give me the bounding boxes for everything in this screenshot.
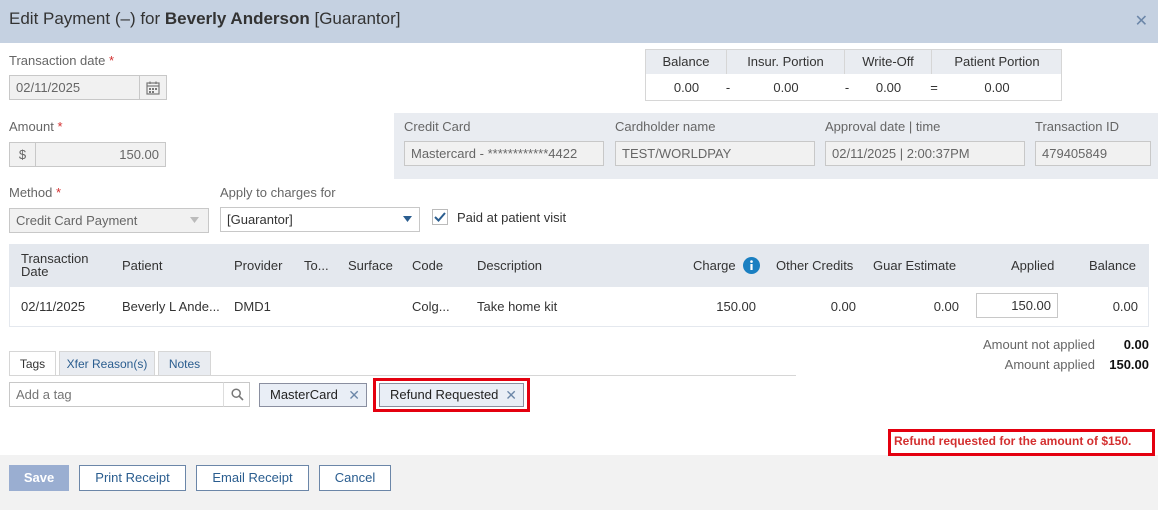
col-applied[interactable]: Applied [1011,258,1054,273]
cancel-button[interactable]: Cancel [319,465,391,491]
col-other-credits[interactable]: Other Credits [776,258,853,273]
highlight-box [373,378,530,412]
amount-applied-label: Amount applied [1004,357,1095,372]
amount-label-text: Amount [9,119,54,134]
method-label: Method * [9,185,61,200]
col-code[interactable]: Code [412,258,443,273]
transaction-date-label: Transaction date * [9,53,114,68]
cell-charge: 150.00 [716,299,756,314]
col-provider[interactable]: Provider [234,258,282,273]
save-button[interactable]: Save [9,465,69,491]
apply-to-label: Apply to charges for [220,185,336,200]
checkmark-icon [434,212,446,222]
col-balance[interactable]: Balance [1089,258,1136,273]
amount-label: Amount * [9,119,63,134]
summary-value-balance: 0.00 [673,80,700,95]
cardholder-label: Cardholder name [615,119,716,134]
transaction-id-field: 479405849 [1035,141,1151,166]
paid-at-visit-checkbox[interactable] [432,209,448,225]
transaction-id-label: Transaction ID [1035,119,1120,134]
approval-field: 02/11/2025 | 2:00:37PM [825,141,1025,166]
charges-grid-header: Transaction Date Patient Provider To... … [9,244,1149,287]
summary-header-patient-portion: Patient Portion [954,54,1040,69]
patient-name: Beverly Anderson [164,9,310,28]
highlight-box [888,429,1155,456]
close-icon[interactable]: ✕ [1135,11,1148,31]
tab-notes[interactable]: Notes [158,351,211,376]
tag-chip-mastercard: MasterCard ✕ [259,383,367,407]
title-prefix: Edit Payment (–) for [9,9,165,28]
apply-to-select[interactable]: [Guarantor] [220,207,420,232]
transaction-date-input[interactable]: 02/11/2025 [9,75,140,100]
tab-tags[interactable]: Tags [9,351,56,376]
required-marker: * [57,119,63,134]
col-guar-estimate[interactable]: Guar Estimate [873,258,956,273]
patient-role: [Guarantor] [309,9,401,28]
summary-header-writeoff: Write-Off [845,50,932,74]
add-tag-input[interactable] [9,382,224,407]
cardholder-field: TEST/WORLDPAY [615,141,815,166]
cell-patient: Beverly L Ande... [122,299,220,314]
method-select[interactable]: Credit Card Payment [9,208,209,233]
summary-value-insurance: 0.00 [773,80,799,95]
cell-guar-estimate: 0.00 [933,299,959,314]
cell-transaction-date: 02/11/2025 [21,299,86,314]
remove-tag-icon[interactable]: ✕ [348,384,360,406]
approval-label: Approval date | time [825,119,941,134]
credit-card-field: Mastercard - ************4422 [404,141,604,166]
required-marker: * [56,185,62,200]
amount-input[interactable]: 150.00 [35,142,166,167]
email-receipt-button[interactable]: Email Receipt [196,465,309,491]
dialog-header: Edit Payment (–) for Beverly Anderson [G… [0,0,1158,43]
table-row[interactable]: 02/11/2025 Beverly L Ande... DMD1 Colg..… [9,287,1149,327]
tab-xfer-reasons[interactable]: Xfer Reason(s) [59,351,155,376]
dialog-title: Edit Payment (–) for Beverly Anderson [G… [9,9,400,29]
search-icon [231,388,244,401]
amount-not-applied-value: 0.00 [1123,337,1149,352]
tag-search-button[interactable] [223,382,250,407]
col-patient[interactable]: Patient [122,258,162,273]
info-icon[interactable] [743,257,760,274]
required-marker: * [108,53,115,68]
summary-value-writeoff: 0.00 [875,80,902,95]
cell-description: Take home kit [477,299,558,314]
amount-not-applied-label: Amount not applied [982,337,1095,352]
balance-summary: Balance Insur. Portion Write-Off Patient… [645,49,1062,101]
method-label-text: Method [9,185,53,200]
col-charge[interactable]: Charge [693,258,736,273]
calendar-icon [146,81,160,95]
tabs-divider [9,375,796,376]
tag-label: MasterCard [270,387,338,402]
paid-at-visit-label: Paid at patient visit [457,210,567,225]
credit-card-label: Credit Card [404,119,471,134]
summary-header-insurance: Insur. Portion [727,50,845,74]
col-surface[interactable]: Surface [348,258,393,273]
cell-code: Colg... [412,299,450,314]
chevron-down-icon [190,217,199,223]
col-tooth[interactable]: To... [304,258,329,273]
cell-balance: 0.00 [1112,299,1138,314]
col-description[interactable]: Description [477,258,542,273]
amount-applied-value: 150.00 [1109,357,1149,372]
summary-header-balance: Balance [646,50,727,74]
summary-value-patient-portion: 0.00 [984,80,1010,95]
cell-other-credits: 0.00 [830,299,856,314]
currency-symbol: $ [9,142,36,167]
print-receipt-button[interactable]: Print Receipt [79,465,186,491]
chevron-down-icon [403,216,412,222]
transaction-date-label-text: Transaction date [9,53,106,68]
cell-provider: DMD1 [234,299,271,314]
calendar-button[interactable] [139,75,167,100]
col-transaction-date[interactable]: Transaction Date [21,252,101,278]
